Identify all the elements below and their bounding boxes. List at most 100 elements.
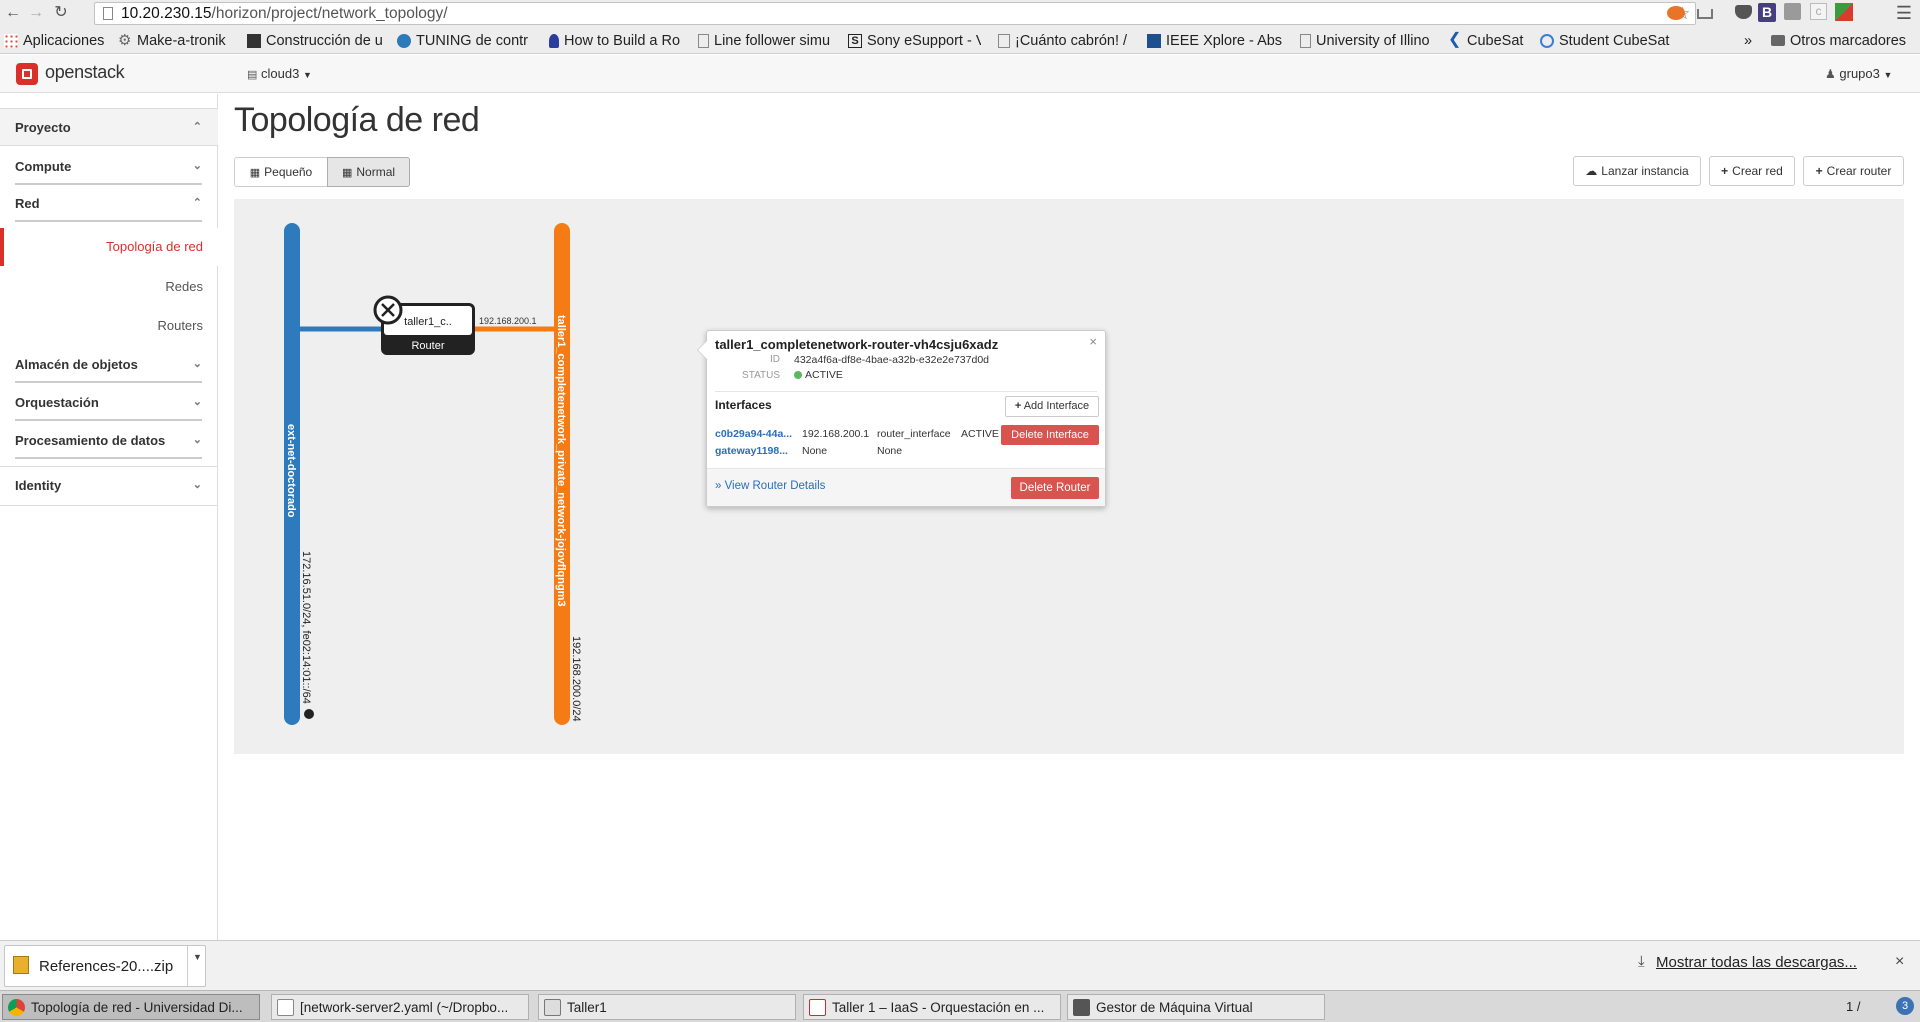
create-router-button[interactable]: + Crear router (1803, 156, 1904, 186)
close-icon[interactable]: × (1895, 953, 1904, 971)
other-bookmarks[interactable]: Otros marcadores (1771, 31, 1919, 50)
status-label: STATUS (742, 370, 780, 381)
folder-icon (1771, 35, 1785, 46)
caret-down-icon: ▼ (1883, 70, 1893, 80)
sidebar-section-almacen-de-objetos[interactable]: Almacén de objetos ⌄ (0, 346, 218, 386)
extension-color-icon[interactable] (1835, 3, 1853, 21)
bookmark-item[interactable]: S Sony eSupport - V (848, 31, 981, 50)
text-editor-icon (277, 998, 294, 1016)
pdf-viewer-icon (809, 998, 826, 1016)
launch-instance-button[interactable]: ☁ Lanzar instancia (1573, 156, 1701, 186)
chevron-down-icon: ⌄ (192, 160, 202, 172)
reload-icon[interactable]: ↻ (50, 2, 72, 24)
interface-status: ACTIVE (961, 428, 999, 440)
bookmark-item[interactable]: Construcción de u (247, 31, 387, 50)
url-host: 10.20.230.15 (121, 5, 212, 22)
virt-manager-icon (1073, 998, 1090, 1016)
bookmark-item[interactable]: Line follower simu (698, 31, 838, 50)
page-icon (998, 33, 1010, 48)
user-menu[interactable]: ♟ grupo3 ▼ (1825, 66, 1892, 81)
logo-text[interactable]: openstack (45, 62, 125, 83)
id-label: ID (770, 354, 780, 365)
caret-down-icon: ▼ (302, 70, 312, 80)
download-item[interactable]: References-20....zip ▼ (4, 945, 206, 987)
chrome-icon (8, 998, 25, 1016)
sidebar-section-red[interactable]: Red ⌃ (0, 185, 218, 225)
bookmark-item[interactable]: ❮ CubeSat (1448, 31, 1530, 50)
back-arrow-icon[interactable]: ← (2, 2, 24, 24)
menu-icon[interactable]: ☰ (1893, 2, 1915, 24)
sidebar-item-routers[interactable]: Routers (0, 307, 218, 345)
bookmark-item[interactable]: IEEE Xplore - Abs (1147, 31, 1283, 50)
interfaces-heading: Interfaces (715, 398, 772, 412)
browser-toolbar: ← → ↻ 10.20.230.15/horizon/project/netwo… (0, 0, 1920, 27)
sidebar-section-procesamiento-de-datos[interactable]: Procesamiento de datos ⌄ (0, 422, 218, 462)
cubesat-icon: ❮ (1448, 31, 1462, 48)
interface-id-link[interactable]: gateway1198... (715, 445, 799, 457)
download-tray-icon[interactable] (1697, 9, 1713, 19)
download-arrow-icon: ⤓ (1638, 953, 1645, 970)
bookmark-item[interactable]: How to Build a Ro (549, 31, 685, 50)
extension-grey-icon[interactable] (1784, 3, 1801, 20)
bookmark-item[interactable]: Student CubeSat (1540, 31, 1674, 50)
download-filename: References-20....zip (39, 958, 174, 975)
pocket-icon[interactable] (1735, 5, 1752, 19)
notification-count[interactable]: 3 (1896, 997, 1914, 1015)
forward-arrow-icon[interactable]: → (25, 2, 47, 24)
extension-c-icon[interactable]: c (1810, 3, 1827, 20)
plus-icon: + (1721, 164, 1729, 178)
taskbar: Topología de red - Universidad Di... [ne… (0, 990, 1920, 1022)
bookmarks-bar: Aplicaciones ⚙ Make-a-tronik Construcción… (0, 27, 1920, 54)
bookmark-item[interactable]: University of Illino (1300, 31, 1438, 50)
project-selector[interactable]: ▤ cloud3 ▼ (247, 66, 312, 81)
sidebar-item-topologia-de-red[interactable]: Topología de red (0, 228, 218, 266)
terminal-icon (544, 998, 561, 1016)
sidebar-section-orquestacion[interactable]: Orquestación ⌄ (0, 384, 218, 424)
delete-router-button[interactable]: Delete Router (1011, 477, 1099, 499)
show-all-downloads-link[interactable]: Mostrar todas las descargas... (1656, 954, 1857, 971)
bootstrap-icon[interactable]: B (1758, 3, 1776, 22)
add-interface-button[interactable]: + Add Interface (1005, 396, 1099, 417)
wordpress-icon (397, 33, 411, 48)
extension-icon[interactable] (1667, 6, 1685, 20)
task-item[interactable]: Taller1 (538, 994, 796, 1020)
interface-id-link[interactable]: c0b29a94-44a... (715, 428, 799, 440)
caret-down-icon[interactable]: ▼ (193, 952, 202, 962)
robot-icon (549, 33, 559, 48)
address-bar[interactable]: 10.20.230.15/horizon/project/network_top… (94, 2, 1696, 25)
bookmark-item[interactable]: TUNING de contr (397, 31, 532, 50)
sidebar-section-compute[interactable]: Compute ⌄ (0, 148, 218, 188)
app-header: openstack ▤ cloud3 ▼ ♟ grupo3 ▼ (0, 55, 1920, 93)
create-network-button[interactable]: + Crear red (1709, 156, 1795, 186)
bookmarks-overflow[interactable]: » (1744, 31, 1758, 50)
bookmark-item[interactable]: ⚙ Make-a-tronik (118, 31, 236, 50)
page-icon (1300, 33, 1311, 48)
view-router-details-link[interactable]: » View Router Details (715, 480, 825, 492)
bookmark-item[interactable]: ¡Cuánto cabrón! / (998, 31, 1128, 50)
router-node[interactable]: taller1_c.. Router (373, 295, 475, 355)
sony-icon: S (848, 33, 862, 48)
url-text[interactable]: 10.20.230.15/horizon/project/network_top… (121, 5, 448, 23)
workspace-pager[interactable]: 1 / (1846, 999, 1871, 1014)
grid-small-icon: ▦ (249, 166, 261, 179)
close-icon[interactable]: × (1089, 334, 1097, 349)
sidebar-item-redes[interactable]: Redes (0, 268, 218, 306)
task-item[interactable]: [network-server2.yaml (~/Dropbo... (271, 994, 529, 1020)
sidebar-section-proyecto[interactable]: Proyecto ⌃ (0, 108, 218, 146)
interface-type: None (877, 445, 903, 457)
bookmark-item[interactable]: Aplicaciones (4, 31, 108, 50)
chevron-down-icon: ⌄ (192, 479, 202, 491)
openstack-logo-icon[interactable] (16, 63, 38, 85)
globe-icon (1540, 33, 1554, 48)
page-title: Topología de red (234, 101, 480, 139)
view-normal-button[interactable]: ▦ Normal (327, 157, 410, 187)
task-item[interactable]: Taller 1 – IaaS - Orquestación en ... (803, 994, 1061, 1020)
task-item[interactable]: Gestor de Máquina Virtual (1067, 994, 1325, 1020)
downloads-bar: References-20....zip ▼ ⤓ Mostrar todas l… (0, 940, 1920, 990)
task-item[interactable]: Topología de red - Universidad Di... (2, 994, 260, 1020)
ext-network-name: ext-net-doctorado (285, 424, 297, 518)
private-network-cidr: 192.168.200.0/24 (570, 636, 582, 722)
router-id: 432a4f6a-df8e-4bae-a32b-e32e2e737d0d (794, 354, 990, 366)
view-small-button[interactable]: ▦ Pequeño (234, 157, 328, 187)
sidebar-section-identity[interactable]: Identity ⌄ (0, 466, 218, 506)
